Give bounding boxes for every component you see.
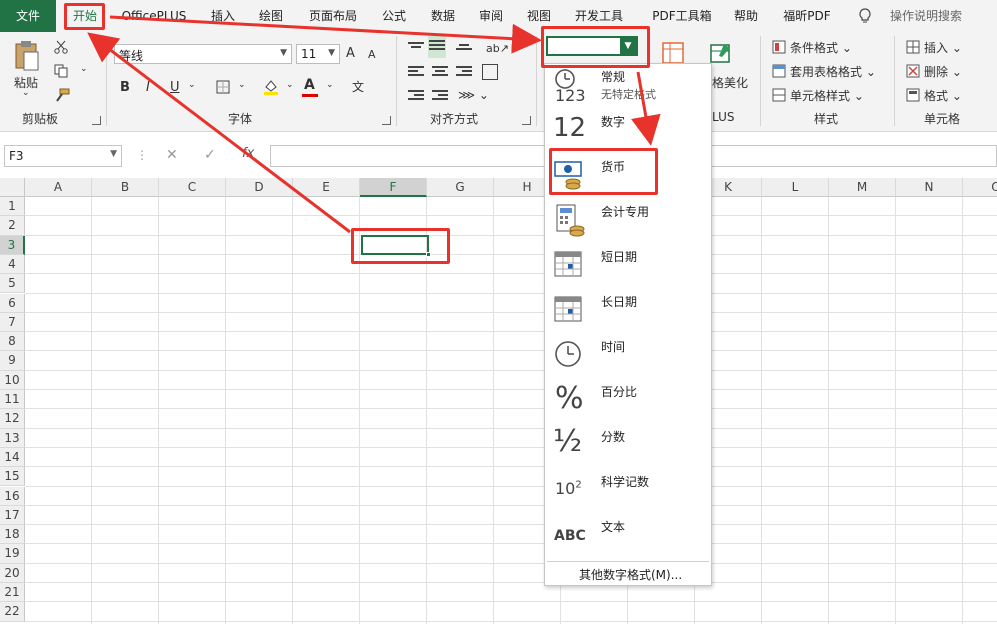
arrow-cell-to-home bbox=[87, 32, 351, 234]
arrow-home-to-combo bbox=[109, 15, 542, 54]
arrow-combo-to-currency bbox=[631, 71, 661, 146]
annotation-arrows bbox=[87, 15, 661, 234]
